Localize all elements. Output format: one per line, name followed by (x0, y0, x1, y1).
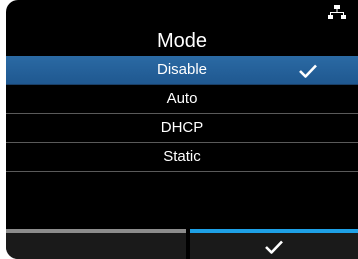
confirm-button[interactable] (190, 229, 358, 259)
checkmark-icon (265, 240, 283, 254)
mode-option-list: Disable Auto DHCP Static (6, 56, 358, 172)
option-label: Static (163, 148, 201, 165)
printer-display: Mode Disable Auto DHCP Static (6, 0, 358, 259)
status-bar (6, 0, 358, 28)
softkey-bar (6, 229, 358, 259)
option-label: Disable (156, 61, 208, 78)
option-dhcp[interactable]: DHCP (6, 114, 358, 143)
page-title: Mode (156, 30, 208, 52)
network-icon (328, 5, 346, 19)
option-auto[interactable]: Auto (6, 85, 358, 114)
option-label: DHCP (160, 119, 204, 136)
option-disable[interactable]: Disable (6, 56, 358, 85)
checkmark-icon (299, 64, 317, 78)
option-static[interactable]: Static (6, 143, 358, 172)
option-label: Auto (166, 90, 198, 107)
softkey-left-button (6, 229, 186, 259)
